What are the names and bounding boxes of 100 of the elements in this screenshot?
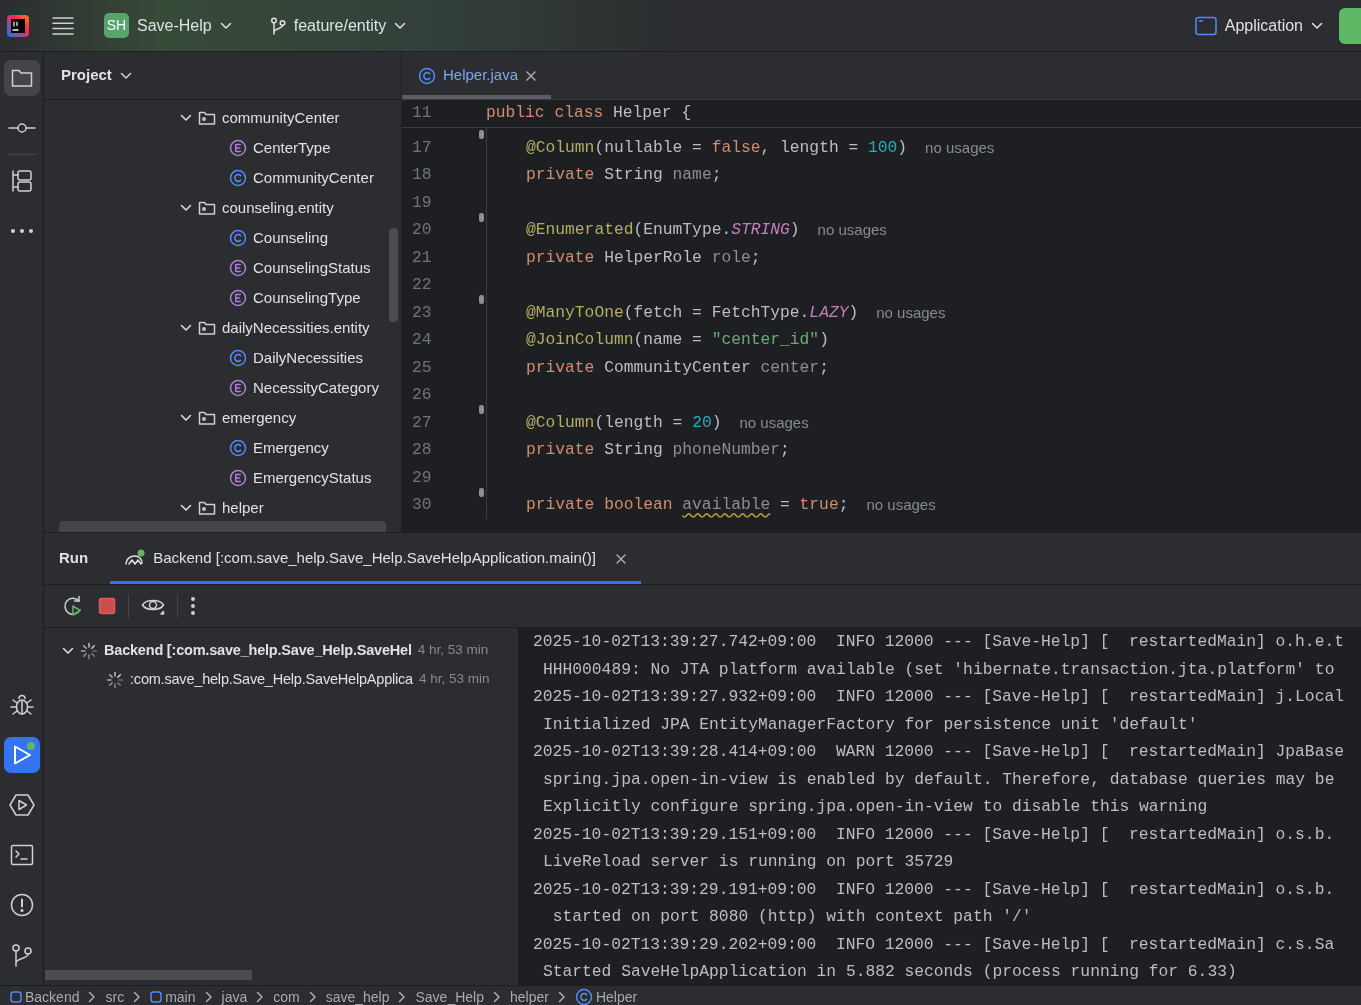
terminal-icon xyxy=(9,844,34,866)
code-line: private HelperRole role; xyxy=(525,246,761,269)
tree-item[interactable]: CenterType xyxy=(44,133,401,163)
line-number: 20 xyxy=(411,219,433,242)
enum-icon xyxy=(229,379,247,397)
rerun-icon xyxy=(62,595,84,617)
folder-icon xyxy=(198,410,216,426)
tree-item[interactable]: Emergency xyxy=(44,433,401,463)
enum-icon xyxy=(229,289,247,307)
line-number: 19 xyxy=(411,191,433,214)
stop-icon xyxy=(98,597,116,615)
tool-window-button[interactable] xyxy=(3,60,40,96)
run-config-selector[interactable]: Application xyxy=(1188,9,1329,42)
log-message: started on port 8080 (http) with context path '/' xyxy=(551,906,1033,928)
scrollbar[interactable] xyxy=(389,228,398,322)
code-line: @ManyToOne(fetch = FetchType.LAZY) xyxy=(525,301,859,324)
breadcrumb[interactable]: helper xyxy=(510,989,549,1004)
tree-item[interactable]: dailyNecessities.entity xyxy=(44,313,401,343)
more-icon xyxy=(9,228,34,234)
line-number: 30 xyxy=(411,494,433,517)
tree-item[interactable]: CommunityCenter xyxy=(44,163,401,193)
run-tree-item[interactable]: :com.save_help.Save_Help.SaveHelpApplica 4 hr, 53 min xyxy=(44,665,518,694)
tree-item[interactable]: CounselingStatus xyxy=(44,253,401,283)
tool-window-button[interactable] xyxy=(3,737,40,773)
code-line: @Column(length = 20) xyxy=(525,411,722,434)
enum-icon xyxy=(229,139,247,157)
line-number: 28 xyxy=(411,439,433,462)
breadcrumb[interactable]: Helper xyxy=(574,987,638,1005)
project-view-selector[interactable]: Project xyxy=(59,62,134,89)
panel-title: Run xyxy=(58,548,90,569)
window-icon xyxy=(1194,15,1217,36)
folder-icon xyxy=(198,200,216,216)
line-number: 23 xyxy=(411,301,433,324)
app-logo-icon xyxy=(6,13,30,38)
log-entry: 2025-10-02T13:39:29.202+09:00 INFO 12000 --- [Save-Help] [ restartedMain] c.s.Sa xyxy=(533,933,1336,956)
breadcrumb[interactable]: java xyxy=(221,989,248,1004)
enum-icon xyxy=(229,469,247,487)
breadcrumb[interactable]: main xyxy=(150,989,196,1004)
more-button[interactable] xyxy=(188,594,198,618)
log-message: HHH000489: No JTA platform available (set 'hibernate.transaction.jta.platform' to xyxy=(542,658,1336,681)
chevron-down-icon xyxy=(119,71,132,80)
class-icon xyxy=(229,349,247,367)
usage-hint: no usages xyxy=(817,220,887,240)
breadcrumb[interactable]: Save_Help xyxy=(415,989,484,1004)
log-entry: 2025-10-02T13:39:27.742+09:00 INFO 12000 --- [Save-Help] [ restartedMain] o.h.e.t xyxy=(533,631,1345,653)
breadcrumb[interactable]: src xyxy=(105,989,125,1004)
project-badge: SH xyxy=(104,13,129,38)
line-number: 11 xyxy=(411,102,433,125)
run-tab[interactable]: Backend [:com.save_help.Save_Help.SaveHelpApplication.main()] xyxy=(110,533,641,584)
tree-item[interactable]: DailyNecessities xyxy=(44,343,401,373)
breadcrumb[interactable]: Backend xyxy=(10,989,80,1004)
tree-item[interactable]: Counseling xyxy=(44,223,401,253)
menu-icon xyxy=(52,15,74,36)
enum-icon xyxy=(229,259,247,277)
tree-item[interactable]: CounselingType xyxy=(44,283,401,313)
line-number: 17 xyxy=(411,136,433,159)
folder-icon xyxy=(198,110,216,126)
stop-button[interactable] xyxy=(96,595,118,617)
folder-icon xyxy=(198,500,216,516)
line-number: 22 xyxy=(411,274,433,297)
services-icon xyxy=(8,793,35,817)
line-number: 25 xyxy=(411,356,433,379)
usage-hint: no usages xyxy=(739,412,809,433)
run-widget-button[interactable] xyxy=(1339,7,1361,44)
chevron-right-icon xyxy=(557,990,566,1003)
code-line: private String phoneNumber; xyxy=(525,439,790,462)
code-line: private String name; xyxy=(525,164,722,187)
editor-tab[interactable]: Helper.java xyxy=(402,52,552,99)
loading-icon xyxy=(80,641,98,660)
chevron-down-icon xyxy=(1311,21,1323,30)
code-line: private CommunityCenter center; xyxy=(525,356,829,379)
log-entry: 2025-10-02T13:39:29.151+09:00 INFO 12000 --- [Save-Help] [ restartedMain] o.s.b. xyxy=(533,823,1336,846)
log-message: Started SaveHelpApplication in 5.882 seconds (process running for 6.33) xyxy=(542,961,1238,983)
workspace-switcher[interactable]: SH Save-Help xyxy=(98,9,238,42)
usage-hint: no usages xyxy=(925,137,995,158)
log-entry: 2025-10-02T13:39:28.414+09:00 WARN 12000 --- [Save-Help] [ restartedMain] JpaBase xyxy=(533,741,1345,763)
close-icon xyxy=(525,69,538,82)
commit-icon xyxy=(7,122,36,134)
line-number: 29 xyxy=(411,466,433,489)
tree-item[interactable]: emergency xyxy=(44,403,401,433)
tree-item[interactable]: EmergencyStatus xyxy=(44,463,401,493)
chevron-right-icon xyxy=(398,990,407,1003)
usage-hint: no usages xyxy=(876,302,946,323)
tree-item[interactable]: counseling.entity xyxy=(44,193,401,223)
line-number: 27 xyxy=(411,411,433,434)
line-number: 26 xyxy=(411,384,433,407)
tree-item[interactable]: NecessityCategory xyxy=(44,373,401,403)
problems-icon xyxy=(9,893,34,917)
loading-icon xyxy=(106,670,124,689)
chevron-right-icon xyxy=(88,990,97,1003)
tree-item[interactable]: helper xyxy=(44,493,401,523)
branch-selector[interactable]: feature/entity xyxy=(263,9,413,42)
run-tree-item[interactable]: Backend [:com.save_help.Save_Help.SaveHel 4 hr, 53 min xyxy=(44,636,518,665)
usage-hint: no usages xyxy=(866,495,936,515)
breadcrumb[interactable]: save_help xyxy=(325,989,390,1004)
tree-item[interactable]: communityCenter xyxy=(44,103,401,133)
scrollbar[interactable] xyxy=(45,970,252,980)
breadcrumb[interactable]: com xyxy=(273,989,300,1004)
code-line: private boolean available = true; xyxy=(525,494,849,517)
chevron-right-icon xyxy=(256,990,265,1003)
